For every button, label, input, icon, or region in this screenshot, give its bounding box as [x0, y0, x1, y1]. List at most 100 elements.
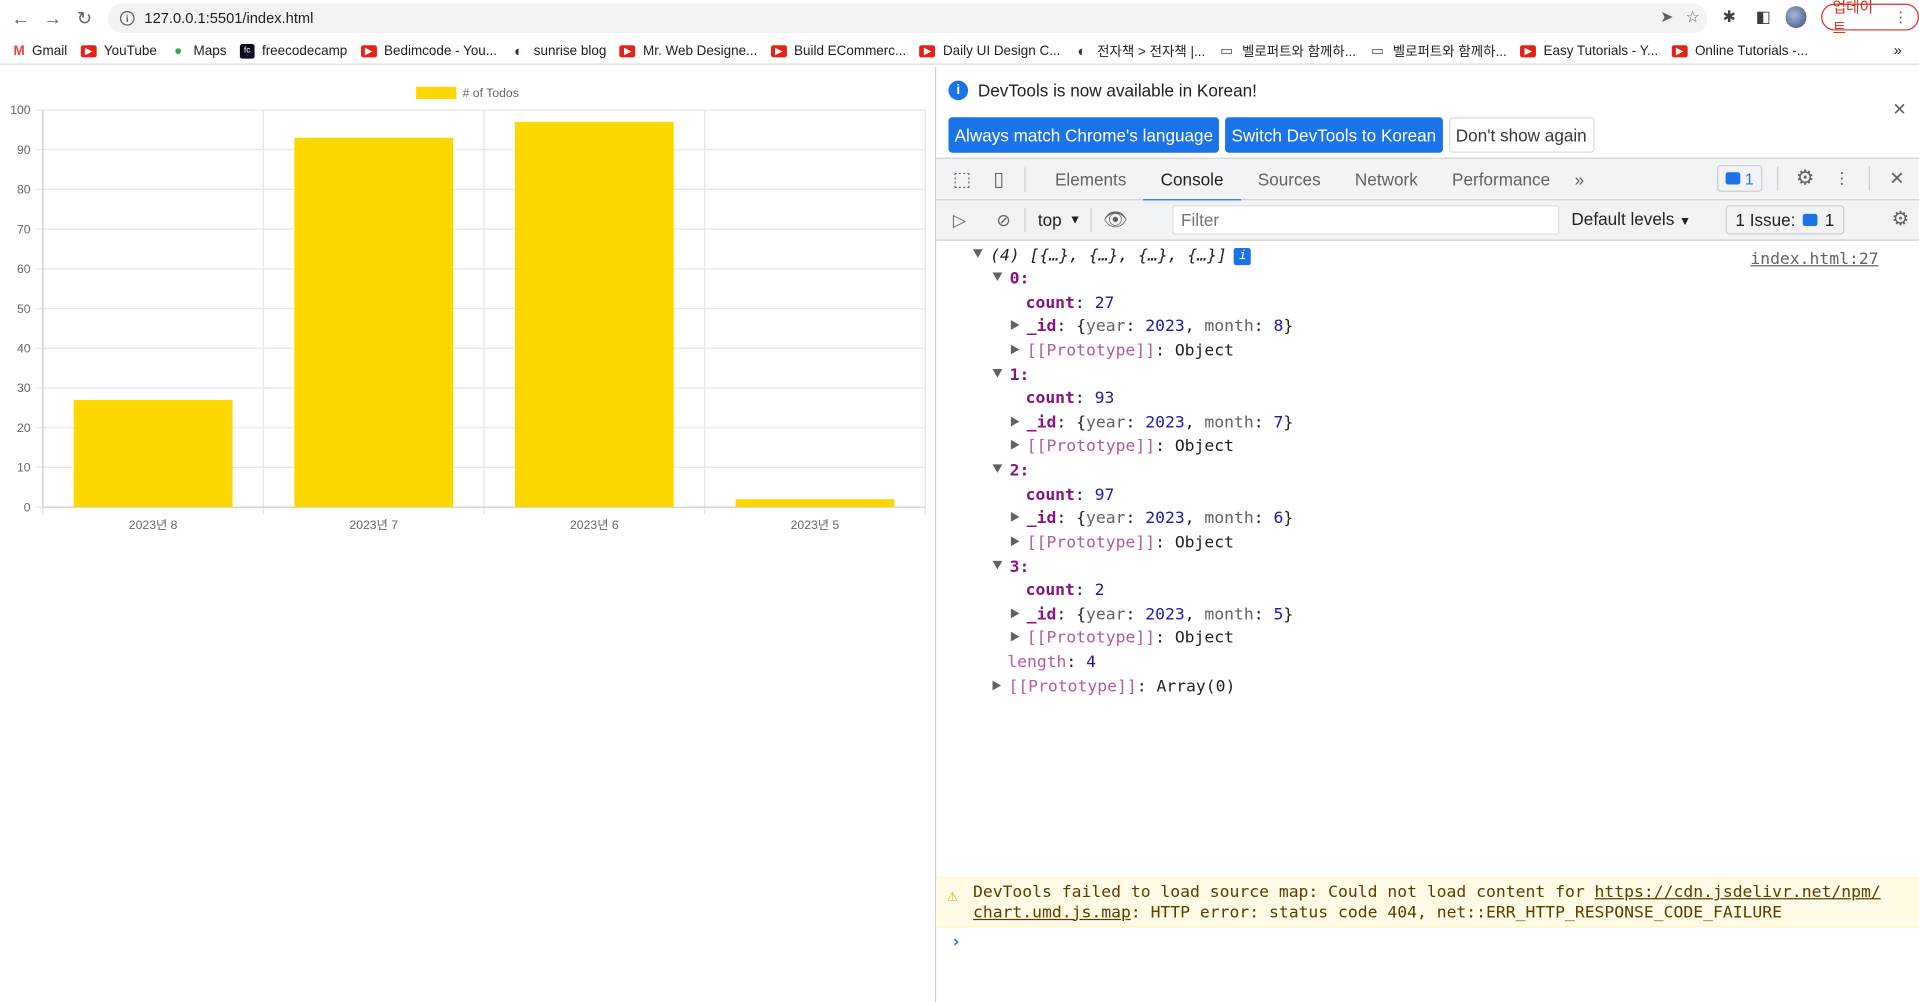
- back-icon[interactable]: ←: [5, 2, 37, 34]
- tab-elements[interactable]: Elements: [1038, 158, 1144, 200]
- bookmark-item[interactable]: ◐ 전자책 > 전자책 |...: [1074, 41, 1205, 61]
- log-levels-dropdown[interactable]: Default levels ▼: [1571, 209, 1691, 229]
- clear-console-icon[interactable]: ⊘: [990, 207, 1017, 234]
- expand-arrow-icon[interactable]: [1010, 320, 1020, 331]
- bookmark-item[interactable]: ▶ Build ECommerc...: [770, 43, 906, 58]
- always-match-language-button[interactable]: Always match Chrome's language: [948, 117, 1220, 153]
- site-info-icon[interactable]: i: [119, 10, 135, 26]
- expand-arrow-icon[interactable]: [992, 680, 1002, 691]
- console-settings-icon[interactable]: ⚙: [1892, 207, 1910, 231]
- id-row[interactable]: _id: {year: 2023, month: 7}: [1010, 411, 1293, 434]
- array-proto-value: Array(0): [1156, 678, 1236, 697]
- messages-badge[interactable]: 1: [1716, 164, 1763, 192]
- bookmark-item[interactable]: fc freecodecamp: [239, 43, 347, 59]
- bookmark-label: sunrise blog: [533, 43, 607, 59]
- show-sidebar-icon[interactable]: ▷: [946, 207, 973, 234]
- bookmark-item[interactable]: M Gmail: [13, 43, 67, 58]
- bookmark-item[interactable]: ▶ Easy Tutorials - Y...: [1520, 43, 1658, 58]
- bookmark-item[interactable]: ▶ Bedimcode - You...: [360, 43, 497, 58]
- array-prototype-row[interactable]: [[Prototype]]: Array(0): [992, 676, 1236, 699]
- bookmark-item[interactable]: ▶ Online Tutorials -...: [1671, 43, 1808, 58]
- tab-performance[interactable]: Performance: [1435, 158, 1567, 200]
- close-banner-icon[interactable]: ✕: [1892, 99, 1906, 120]
- bookmark-item[interactable]: ▭ 벨로퍼트와 함께하...: [1219, 41, 1356, 61]
- bookmark-item[interactable]: ◐ sunrise blog: [510, 42, 607, 59]
- bookmark-item[interactable]: ▶ YouTube: [80, 43, 157, 59]
- send-icon[interactable]: ➤: [1660, 7, 1673, 27]
- dont-show-again-button[interactable]: Don't show again: [1448, 117, 1595, 153]
- bookmark-label: Gmail: [32, 43, 68, 59]
- tab-network[interactable]: Network: [1338, 158, 1435, 200]
- id-key: _id: [1026, 605, 1057, 625]
- bookmark-item[interactable]: ▶ Daily UI Design C...: [919, 43, 1060, 58]
- prototype-row[interactable]: [[Prototype]]: Object: [1010, 339, 1234, 362]
- count-key: count: [1025, 581, 1075, 601]
- bookmark-item[interactable]: ▶ Mr. Web Designe...: [619, 43, 758, 59]
- settings-gear-icon[interactable]: ⚙: [1793, 166, 1817, 190]
- item-index-row[interactable]: 0:: [992, 268, 1029, 291]
- close-devtools-icon[interactable]: ✕: [1885, 166, 1909, 190]
- bookmark-star-icon[interactable]: ☆: [1686, 7, 1700, 27]
- update-label: 업데이트: [1832, 0, 1874, 37]
- warning-link-1[interactable]: https://cdn.jsdelivr.net/npm/: [1595, 883, 1881, 901]
- source-link[interactable]: index.html:27: [1750, 250, 1878, 268]
- freecodecamp-icon: fc: [239, 43, 255, 59]
- collapse-arrow-icon[interactable]: [992, 560, 1003, 569]
- y-tick-label: 70: [17, 222, 31, 236]
- live-expression-eye-icon[interactable]: 👁: [1102, 207, 1129, 234]
- collapse-arrow-icon[interactable]: [972, 249, 983, 258]
- maps-icon: ●: [174, 43, 183, 59]
- info-badge-icon[interactable]: i: [1234, 247, 1252, 265]
- console-filter-input[interactable]: [1172, 205, 1560, 235]
- update-button[interactable]: 업데이트 ⋮: [1821, 0, 1919, 37]
- tab-console[interactable]: Console: [1143, 158, 1242, 202]
- item-index-row[interactable]: 3:: [992, 555, 1029, 578]
- collapse-arrow-icon[interactable]: [992, 368, 1003, 377]
- more-tabs-icon[interactable]: »: [1567, 158, 1591, 200]
- forward-icon[interactable]: →: [37, 2, 69, 34]
- context-selector[interactable]: top ▼: [1038, 210, 1081, 230]
- address-bar[interactable]: i 127.0.0.1:5501/index.html ➤ ☆: [107, 3, 1708, 33]
- tab-separator: [1024, 166, 1026, 192]
- console-prompt-icon[interactable]: ›: [951, 932, 961, 952]
- array-summary-row[interactable]: (4) [{…}, {…}, {…}, {…}] i: [972, 244, 1252, 267]
- item-index-row[interactable]: 2:: [992, 459, 1029, 482]
- expand-arrow-icon[interactable]: [1010, 440, 1020, 451]
- count-row: count: 2: [1025, 581, 1105, 601]
- expand-arrow-icon[interactable]: [1010, 344, 1020, 355]
- expand-arrow-icon[interactable]: [1010, 632, 1020, 642]
- expand-arrow-icon[interactable]: [1010, 416, 1020, 427]
- id-row[interactable]: _id: {year: 2023, month: 6}: [1010, 507, 1293, 530]
- expand-arrow-icon[interactable]: [1010, 608, 1020, 618]
- bookmark-label: Mr. Web Designe...: [643, 43, 758, 59]
- inspect-element-icon[interactable]: ⬚: [948, 166, 975, 193]
- bookmark-label: Maps: [193, 43, 227, 59]
- collapse-arrow-icon[interactable]: [992, 272, 1003, 282]
- expand-arrow-icon[interactable]: [1010, 512, 1020, 523]
- tab-sources[interactable]: Sources: [1241, 158, 1338, 200]
- customize-menu-icon[interactable]: ⋮: [1830, 166, 1854, 190]
- prototype-row[interactable]: [[Prototype]]: Object: [1010, 627, 1234, 650]
- reload-icon[interactable]: ↻: [69, 2, 101, 34]
- extensions-icon[interactable]: ✱: [1717, 5, 1741, 29]
- collapse-arrow-icon[interactable]: [992, 464, 1003, 473]
- prototype-row[interactable]: [[Prototype]]: Object: [1010, 531, 1234, 554]
- item-index-row[interactable]: 1:: [992, 364, 1029, 387]
- side-panel-icon[interactable]: ◧: [1751, 5, 1775, 29]
- panel-tabs: Elements Console Sources Network Performance: [1038, 158, 1567, 202]
- bookmark-label: YouTube: [103, 43, 157, 59]
- device-toolbar-icon[interactable]: ▯: [985, 166, 1012, 193]
- warning-link-2[interactable]: chart.umd.js.map: [973, 904, 1131, 922]
- bookmark-item[interactable]: ▭ 벨로퍼트와 함께하...: [1369, 41, 1507, 61]
- id-row[interactable]: _id: {year: 2023, month: 8}: [1010, 315, 1293, 338]
- toolbar-separator: [1024, 207, 1026, 233]
- avatar[interactable]: [1785, 6, 1807, 29]
- issues-button[interactable]: 1 Issue: 1: [1725, 205, 1845, 235]
- sourcemap-warning: ⚠ DevTools failed to load source map: Co…: [936, 877, 1919, 928]
- expand-arrow-icon[interactable]: [1010, 536, 1020, 546]
- bookmark-item[interactable]: ● Maps: [170, 43, 226, 58]
- switch-to-korean-button[interactable]: Switch DevTools to Korean: [1225, 117, 1443, 153]
- id-row[interactable]: _id: {year: 2023, month: 5}: [1010, 603, 1293, 626]
- more-bookmarks-icon[interactable]: »: [1894, 42, 1902, 59]
- prototype-row[interactable]: [[Prototype]]: Object: [1010, 435, 1234, 458]
